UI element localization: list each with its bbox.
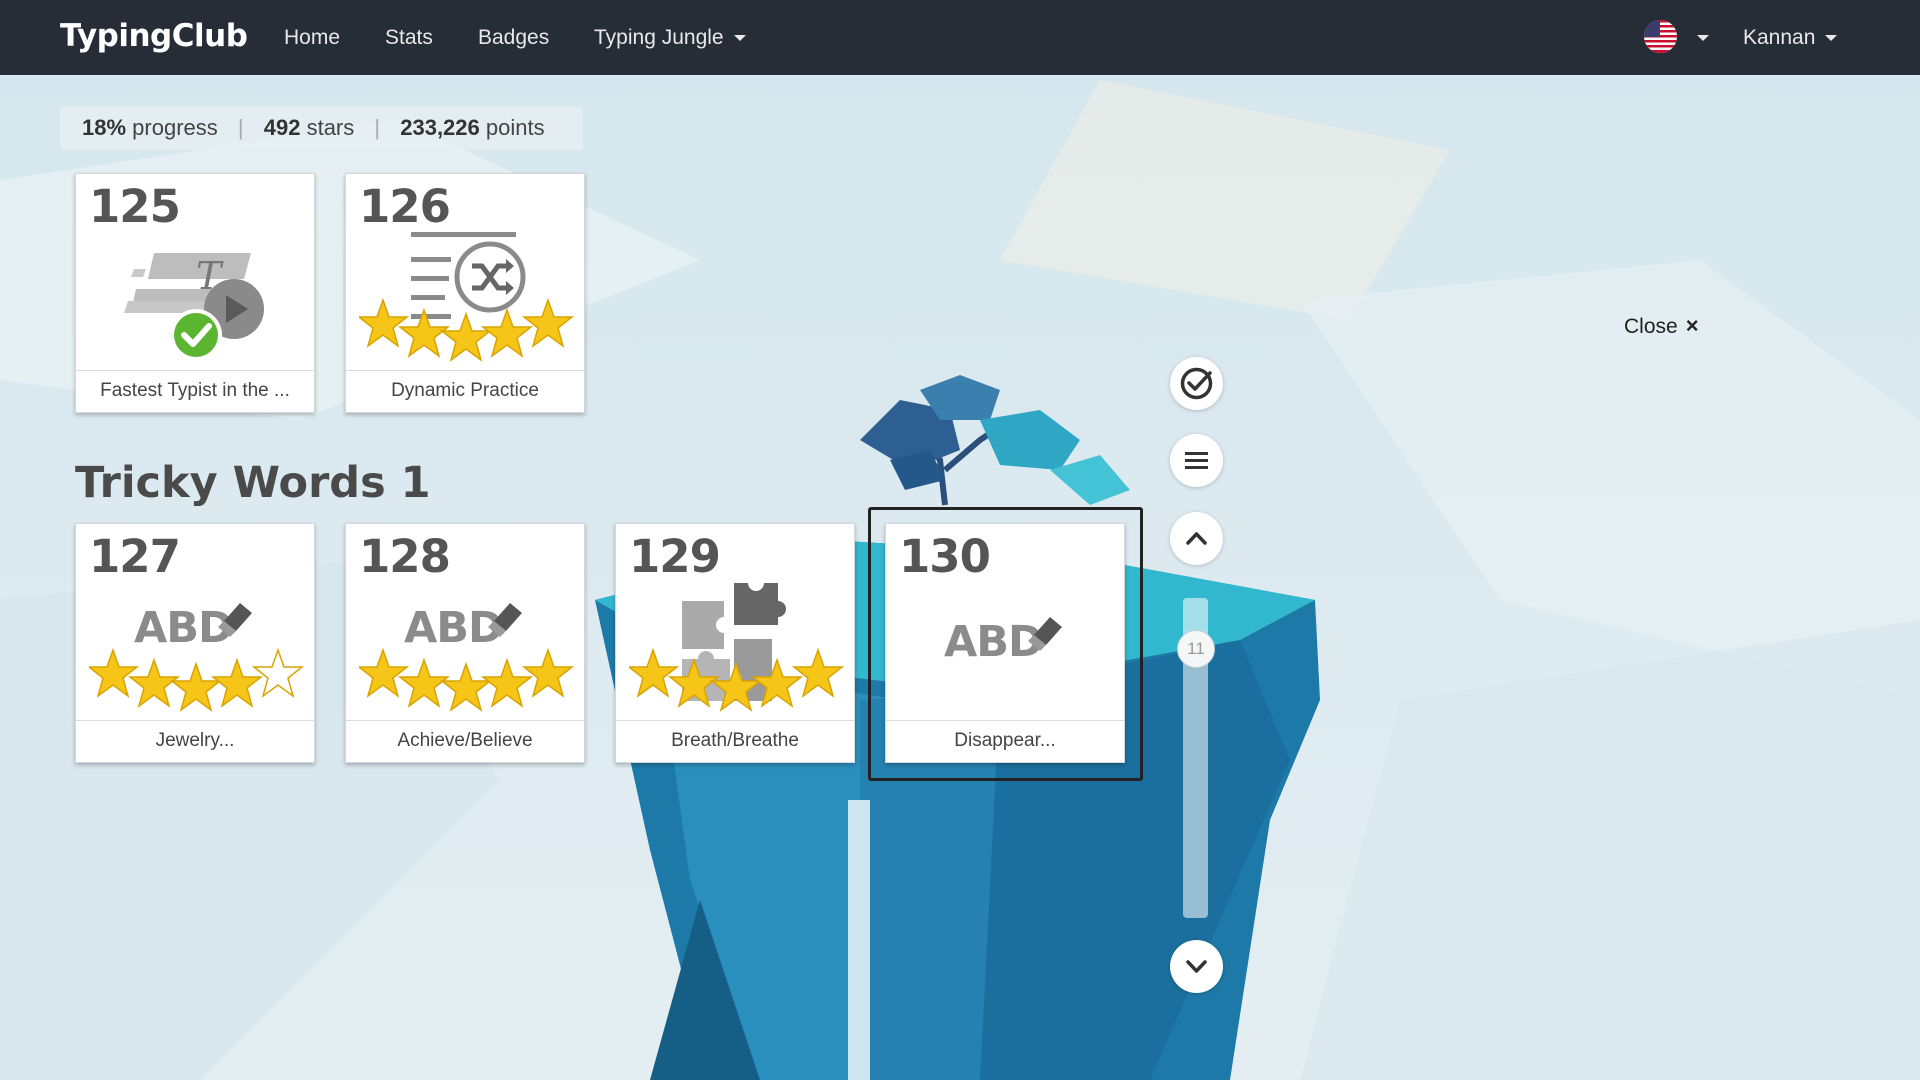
points-value: 233,226	[400, 115, 480, 140]
user-menu-dropdown[interactable]: Kannan	[1743, 26, 1838, 50]
divider: |	[237, 115, 244, 140]
star-rating	[356, 647, 575, 722]
lesson-number: 129	[629, 530, 721, 583]
completed-filter-button[interactable]	[1170, 357, 1223, 410]
lesson-title: Jewelry...	[76, 720, 314, 762]
lesson-title: Fastest Typist in the ...	[76, 370, 314, 412]
level-scroll-handle[interactable]: 11	[1177, 630, 1215, 668]
points-label: points	[485, 115, 545, 140]
lesson-number: 128	[359, 530, 451, 583]
close-icon: ×	[1685, 313, 1699, 338]
speed-typing-video-icon: T	[76, 229, 316, 369]
hamburger-menu-icon	[1185, 452, 1208, 469]
lesson-number: 125	[89, 180, 181, 233]
lesson-card-127[interactable]: 127 ABD Jewelry...	[75, 523, 315, 763]
menu-button[interactable]	[1170, 434, 1223, 487]
typing-jungle-dropdown[interactable]: Typing Jungle	[594, 26, 746, 50]
lesson-title: Breath/Breathe	[616, 720, 854, 762]
abd-eraser-icon: ABD	[886, 579, 1126, 719]
nav-badges-link[interactable]: Badges	[478, 26, 549, 50]
brand-logo[interactable]: TypingClub	[60, 18, 248, 54]
chevron-up-icon	[1186, 532, 1207, 545]
chevron-down-icon	[733, 35, 746, 42]
language-chevron-down-icon[interactable]	[1697, 35, 1709, 41]
lesson-card-129[interactable]: 129 Breath/Breathe	[615, 523, 855, 763]
lesson-number: 127	[89, 530, 181, 583]
close-button[interactable]: Close ×	[1624, 313, 1699, 339]
section-title: Tricky Words 1	[75, 458, 431, 508]
nav-home-link[interactable]: Home	[284, 26, 340, 50]
progress-stats-bar: 18% progress | 492 stars | 233,226 point…	[60, 107, 583, 150]
lesson-number: 126	[359, 180, 451, 233]
lesson-number: 130	[899, 530, 991, 583]
stars-label: stars	[306, 115, 355, 140]
lesson-card-128[interactable]: 128 ABD Achieve/Believe	[345, 523, 585, 763]
check-circle-icon	[1180, 367, 1213, 400]
close-label: Close	[1624, 315, 1678, 338]
lesson-title: Disappear...	[886, 720, 1124, 762]
chevron-down-icon	[1825, 35, 1838, 42]
star-rating	[86, 647, 305, 722]
user-name: Kannan	[1743, 26, 1816, 49]
star-rating	[356, 297, 575, 372]
star-rating	[626, 647, 845, 722]
lesson-card-125[interactable]: 125 T Fastest Typist in the ...	[75, 173, 315, 413]
lesson-card-126[interactable]: 126 Dynamic Practice	[345, 173, 585, 413]
typing-jungle-label: Typing Jungle	[594, 26, 724, 49]
divider: |	[374, 115, 381, 140]
stars-value: 492	[263, 115, 301, 140]
scroll-down-button[interactable]	[1170, 940, 1223, 993]
lesson-title: Achieve/Believe	[346, 720, 584, 762]
progress-label: progress	[132, 115, 218, 140]
lesson-title: Dynamic Practice	[346, 370, 584, 412]
us-flag-icon[interactable]	[1644, 20, 1677, 53]
nav-stats-link[interactable]: Stats	[385, 26, 433, 50]
lesson-card-130[interactable]: 130 ABD Disappear...	[885, 523, 1125, 763]
chevron-down-icon	[1186, 960, 1207, 973]
progress-value: 18%	[82, 115, 127, 140]
scroll-up-button[interactable]	[1170, 512, 1223, 565]
top-navbar: TypingClub Home Stats Badges Typing Jung…	[0, 0, 1920, 75]
